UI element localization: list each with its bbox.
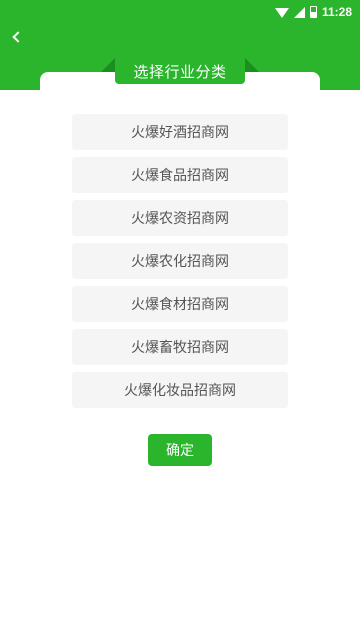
industry-option[interactable]: 火爆化妆品招商网 bbox=[72, 372, 288, 408]
industry-option[interactable]: 火爆食材招商网 bbox=[72, 286, 288, 322]
wifi-icon bbox=[274, 8, 289, 18]
page-title: 选择行业分类 bbox=[115, 58, 245, 84]
title-tab-wing-right bbox=[245, 58, 259, 72]
battery-icon bbox=[309, 6, 317, 18]
status-time: 11:28 bbox=[321, 5, 352, 19]
industry-option[interactable]: 火爆食品招商网 bbox=[72, 157, 288, 193]
signal-icon bbox=[293, 6, 305, 18]
industry-option[interactable]: 火爆农化招商网 bbox=[72, 243, 288, 279]
title-tab-wing-left bbox=[101, 58, 115, 72]
screen: 11:28 选择行业分类 火爆好酒招商网 火爆食品招商网 火爆农资招商网 火爆农… bbox=[0, 0, 360, 640]
back-button[interactable] bbox=[6, 26, 26, 48]
status-bar: 11:28 bbox=[0, 0, 360, 24]
industry-option[interactable]: 火爆好酒招商网 bbox=[72, 114, 288, 150]
confirm-button[interactable]: 确定 bbox=[148, 434, 212, 466]
industry-option[interactable]: 火爆农资招商网 bbox=[72, 200, 288, 236]
industry-option-list: 火爆好酒招商网 火爆食品招商网 火爆农资招商网 火爆农化招商网 火爆食材招商网 … bbox=[72, 114, 288, 408]
chevron-left-icon bbox=[11, 31, 24, 43]
industry-option[interactable]: 火爆畜牧招商网 bbox=[72, 329, 288, 365]
